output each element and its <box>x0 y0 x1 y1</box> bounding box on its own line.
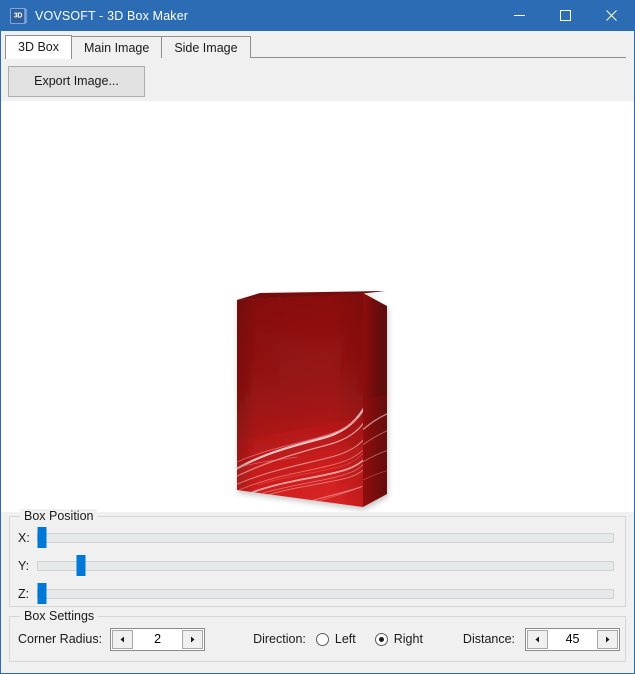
corner-radius-increment-button[interactable] <box>182 629 204 649</box>
corner-radius-label: Corner Radius: <box>18 632 103 646</box>
title-bar: 3D VOVSOFT - 3D Box Maker <box>1 0 634 31</box>
box-settings-group: Box Settings Corner Radius: 2 Direction:… <box>9 609 626 662</box>
right-arrow-icon <box>606 636 610 642</box>
distance-value[interactable]: 45 <box>549 628 597 650</box>
preview-canvas[interactable] <box>1 101 634 512</box>
box-position-group: Box Position X: Y: Z: <box>9 509 626 607</box>
slider-z[interactable] <box>37 583 614 605</box>
toolbar: Export Image... <box>1 58 634 101</box>
slider-y[interactable] <box>37 555 614 577</box>
direction-radio-left[interactable]: Left <box>315 632 356 646</box>
app-icon-label: 3D <box>13 12 23 19</box>
left-arrow-icon <box>120 636 125 642</box>
direction-radio-left-label: Left <box>334 632 356 646</box>
slider-track-y <box>37 561 614 571</box>
left-arrow-icon <box>535 636 540 642</box>
slider-x[interactable] <box>37 527 614 549</box>
box-preview-render <box>237 291 387 507</box>
direction-radio-right[interactable]: Right <box>374 632 423 646</box>
box-position-group-title: Box Position <box>20 509 98 523</box>
maximize-button[interactable] <box>542 0 588 31</box>
tab-side-image[interactable]: Side Image <box>161 36 251 58</box>
distance-increment-button[interactable] <box>597 629 619 649</box>
minimize-button[interactable] <box>496 0 542 31</box>
slider-label-y: Y: <box>18 559 30 573</box>
slider-track-z <box>37 589 614 599</box>
corner-radius-decrement-button[interactable] <box>112 629 134 649</box>
tab-page-3d-box: Export Image... Box Position X: Y: Z: Bo… <box>1 58 634 662</box>
tab-3d-box-label: 3D Box <box>18 40 59 54</box>
window-title: VOVSOFT - 3D Box Maker <box>35 8 189 23</box>
slider-thumb-y[interactable] <box>76 555 86 576</box>
box-settings-row: Corner Radius: 2 Direction: Left Right D… <box>10 617 625 661</box>
slider-thumb-x[interactable] <box>37 527 46 548</box>
slider-row-y: Y: <box>10 555 625 577</box>
close-icon <box>605 10 617 21</box>
tab-main-image-label: Main Image <box>84 41 150 55</box>
window-controls <box>496 0 634 31</box>
corner-radius-value[interactable]: 2 <box>134 628 182 650</box>
tab-side-image-label: Side Image <box>174 41 238 55</box>
distance-decrement-button[interactable] <box>527 629 549 649</box>
slider-thumb-z[interactable] <box>37 583 46 604</box>
close-button[interactable] <box>588 0 634 31</box>
tab-3d-box[interactable]: 3D Box <box>5 35 72 59</box>
slider-track-x <box>37 533 614 543</box>
application-window: 3D VOVSOFT - 3D Box Maker 3D Box Main Im… <box>0 0 635 674</box>
maximize-icon <box>559 10 571 21</box>
distance-stepper[interactable]: 45 <box>525 627 621 651</box>
radio-unchecked-icon <box>315 632 329 646</box>
slider-label-x: X: <box>18 531 30 545</box>
tab-bar: 3D Box Main Image Side Image <box>1 31 634 59</box>
right-arrow-icon <box>191 636 195 642</box>
slider-label-z: Z: <box>18 587 30 601</box>
distance-label: Distance: <box>462 632 516 646</box>
slider-row-z: Z: <box>10 583 625 605</box>
corner-radius-stepper[interactable]: 2 <box>110 627 206 651</box>
app-icon-3d-box: 3D <box>10 7 27 24</box>
direction-label: Direction: <box>253 632 306 646</box>
radio-checked-icon <box>374 632 388 646</box>
direction-radio-right-label: Right <box>393 632 423 646</box>
minimize-icon <box>513 15 525 16</box>
tab-main-image[interactable]: Main Image <box>71 36 163 58</box>
export-image-button[interactable]: Export Image... <box>8 66 145 97</box>
slider-row-x: X: <box>10 527 625 549</box>
